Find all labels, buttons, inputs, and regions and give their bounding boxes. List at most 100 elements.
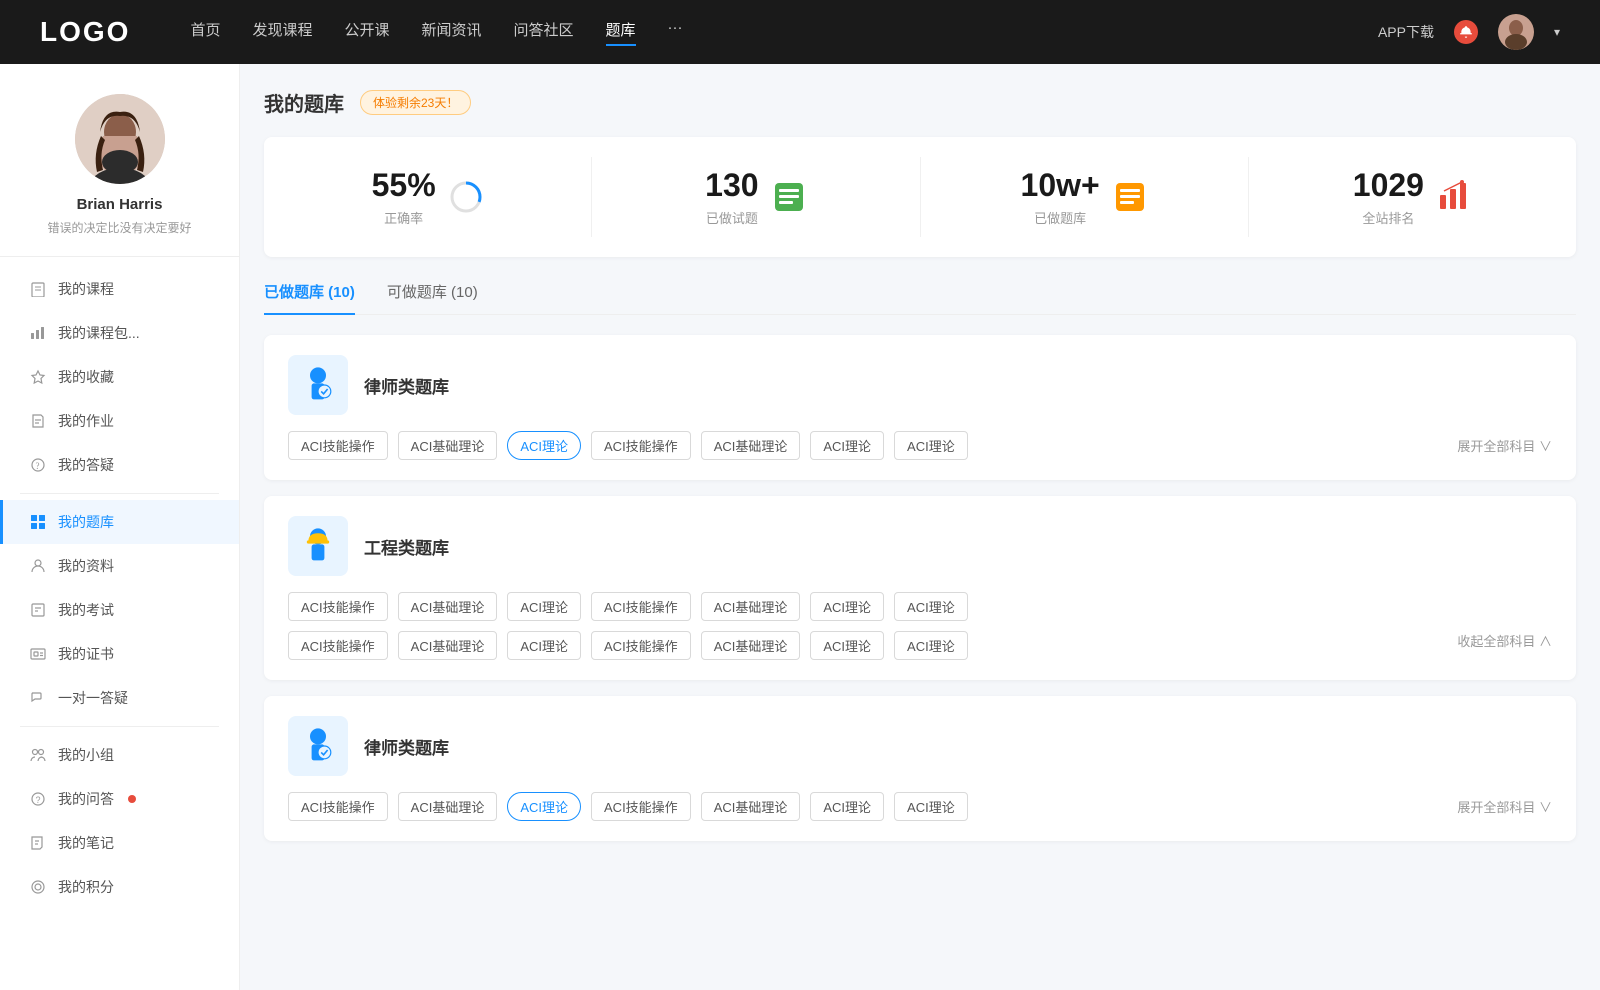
nav-qbank[interactable]: 题库 [606, 19, 636, 46]
tag-eng2-2[interactable]: ACI理论 [507, 631, 581, 660]
user-avatar [75, 94, 165, 184]
tag-lawyer-0[interactable]: ACI技能操作 [288, 431, 388, 460]
sidebar-label-my-notes: 我的笔记 [58, 833, 114, 853]
sidebar-item-my-exam[interactable]: 我的考试 [0, 588, 239, 632]
sidebar-item-my-groups[interactable]: 我的小组 [0, 733, 239, 777]
qbank-engineering-tags-row2: ACI技能操作 ACI基础理论 ACI理论 ACI技能操作 ACI基础理论 AC… [288, 631, 1552, 660]
tag-lawyer-5[interactable]: ACI理论 [810, 431, 884, 460]
nav-more[interactable]: ··· [668, 19, 683, 46]
sidebar-item-my-packages[interactable]: 我的课程包... [0, 311, 239, 355]
sidebar-label-one-on-one: 一对一答疑 [58, 688, 128, 708]
stat-correct-rate: 55% 正确率 [264, 157, 592, 237]
sidebar-item-my-cert[interactable]: 我的证书 [0, 632, 239, 676]
user-dropdown-icon[interactable]: ▾ [1554, 25, 1560, 39]
qbank-lawyer-tags: ACI技能操作 ACI基础理论 ACI理论 ACI技能操作 ACI基础理论 AC… [288, 431, 1552, 460]
tabs-row: 已做题库 (10) 可做题库 (10) [264, 281, 1576, 315]
stat-value-done-questions: 130 [705, 167, 758, 204]
tag-lawyer-1[interactable]: ACI基础理论 [398, 431, 498, 460]
tag-eng-2[interactable]: ACI理论 [507, 592, 581, 621]
tag-eng-3[interactable]: ACI技能操作 [591, 592, 691, 621]
tag-lawyer2-5[interactable]: ACI理论 [810, 792, 884, 821]
qbank-lawyer2-tags: ACI技能操作 ACI基础理论 ACI理论 ACI技能操作 ACI基础理论 AC… [288, 792, 1552, 821]
site-rank-icon [1436, 179, 1472, 215]
sidebar-item-my-qa[interactable]: ? 我的答疑 [0, 443, 239, 487]
username: Brian Harris [20, 196, 219, 213]
sidebar-item-my-points[interactable]: 我的积分 [0, 865, 239, 909]
svg-text:?: ? [36, 461, 40, 471]
notification-bell-icon[interactable] [1454, 20, 1478, 44]
sidebar-item-my-answers[interactable]: ? 我的问答 [0, 777, 239, 821]
nav-opencourse[interactable]: 公开课 [344, 19, 389, 46]
sidebar-item-my-notes[interactable]: 我的笔记 [0, 821, 239, 865]
main-content: 我的题库 体验剩余23天！ 55% 正确率 [240, 64, 1600, 990]
tag-lawyer-4[interactable]: ACI基础理论 [701, 431, 801, 460]
sidebar-label-my-packages: 我的课程包... [58, 323, 140, 343]
tag-lawyer2-0[interactable]: ACI技能操作 [288, 792, 388, 821]
sidebar-item-my-qbank[interactable]: 我的题库 [0, 500, 239, 544]
qbank-lawyer2-icon [288, 716, 348, 776]
qbank-card-engineering: 工程类题库 ACI技能操作 ACI基础理论 ACI理论 ACI技能操作 ACI基… [264, 496, 1576, 680]
stat-value-done-qbanks: 10w+ [1021, 167, 1100, 204]
sidebar-item-my-profile[interactable]: 我的资料 [0, 544, 239, 588]
tag-eng2-5[interactable]: ACI理论 [810, 631, 884, 660]
tag-lawyer2-4[interactable]: ACI基础理论 [701, 792, 801, 821]
sidebar-item-my-courses[interactable]: 我的课程 [0, 267, 239, 311]
expand-lawyer-link[interactable]: 展开全部科目 ∨ [1457, 436, 1552, 455]
tag-eng-0[interactable]: ACI技能操作 [288, 592, 388, 621]
nav-qa[interactable]: 问答社区 [514, 19, 574, 46]
sidebar-divider-2 [20, 726, 219, 727]
nav-news[interactable]: 新闻资讯 [422, 19, 482, 46]
stat-site-rank: 1029 全站排名 [1249, 157, 1576, 237]
tag-eng-1[interactable]: ACI基础理论 [398, 592, 498, 621]
user-avatar-nav[interactable] [1498, 14, 1534, 50]
sidebar-label-my-courses: 我的课程 [58, 279, 114, 299]
tag-eng-4[interactable]: ACI基础理论 [701, 592, 801, 621]
expand-lawyer2-link[interactable]: 展开全部科目 ∨ [1457, 797, 1552, 816]
stat-value-site-rank: 1029 [1353, 167, 1424, 204]
tag-eng2-1[interactable]: ACI基础理论 [398, 631, 498, 660]
sidebar-item-my-homework[interactable]: 我的作业 [0, 399, 239, 443]
tag-lawyer2-1[interactable]: ACI基础理论 [398, 792, 498, 821]
tag-eng2-6[interactable]: ACI理论 [894, 631, 968, 660]
tag-lawyer-6[interactable]: ACI理论 [894, 431, 968, 460]
nav-right: APP下载 ▾ [1378, 14, 1560, 50]
app-download-button[interactable]: APP下载 [1378, 22, 1434, 42]
sidebar-label-my-profile: 我的资料 [58, 556, 114, 576]
sidebar-label-my-answers: 我的问答 [58, 789, 114, 809]
nav-home[interactable]: 首页 [190, 19, 220, 46]
user-motto: 错误的决定比没有决定要好 [20, 219, 219, 236]
content-header: 我的题库 体验剩余23天！ [264, 88, 1576, 117]
tab-done-qbanks[interactable]: 已做题库 (10) [264, 281, 355, 314]
tag-lawyer2-3[interactable]: ACI技能操作 [591, 792, 691, 821]
sidebar-label-my-cert: 我的证书 [58, 644, 114, 664]
sidebar-label-my-homework: 我的作业 [58, 411, 114, 431]
qbank-card-lawyer2-header: 律师类题库 [288, 716, 1552, 776]
sidebar: Brian Harris 错误的决定比没有决定要好 我的课程 我的课程包... … [0, 64, 240, 990]
collapse-engineering-link[interactable]: 收起全部科目 ∧ [1457, 631, 1552, 660]
sidebar-item-one-on-one[interactable]: 一对一答疑 [0, 676, 239, 720]
stats-row: 55% 正确率 130 已做试题 [264, 137, 1576, 257]
tag-eng-6[interactable]: ACI理论 [894, 592, 968, 621]
tag-eng2-3[interactable]: ACI技能操作 [591, 631, 691, 660]
tag-lawyer-3[interactable]: ACI技能操作 [591, 431, 691, 460]
done-questions-icon [771, 179, 807, 215]
stat-label-done-qbanks: 已做题库 [1021, 208, 1100, 227]
qbank-card-lawyer: 律师类题库 ACI技能操作 ACI基础理论 ACI理论 ACI技能操作 ACI基… [264, 335, 1576, 480]
sidebar-label-my-qa: 我的答疑 [58, 455, 114, 475]
tag-lawyer-2[interactable]: ACI理论 [507, 431, 581, 460]
stat-label-site-rank: 全站排名 [1353, 208, 1424, 227]
sidebar-label-my-exam: 我的考试 [58, 600, 114, 620]
stat-done-qbanks: 10w+ 已做题库 [921, 157, 1249, 237]
tag-eng2-4[interactable]: ACI基础理论 [701, 631, 801, 660]
tab-available-qbanks[interactable]: 可做题库 (10) [387, 281, 478, 314]
tag-lawyer2-6[interactable]: ACI理论 [894, 792, 968, 821]
qbank-lawyer-name: 律师类题库 [364, 373, 449, 398]
qbank-engineer-icon [288, 516, 348, 576]
tag-lawyer2-2[interactable]: ACI理论 [507, 792, 581, 821]
qbank-engineering-tags-row1: ACI技能操作 ACI基础理论 ACI理论 ACI技能操作 ACI基础理论 AC… [288, 592, 1552, 621]
tag-eng-5[interactable]: ACI理论 [810, 592, 884, 621]
sidebar-item-my-favorites[interactable]: 我的收藏 [0, 355, 239, 399]
nav-courses[interactable]: 发现课程 [252, 19, 312, 46]
stat-done-questions: 130 已做试题 [592, 157, 920, 237]
tag-eng2-0[interactable]: ACI技能操作 [288, 631, 388, 660]
